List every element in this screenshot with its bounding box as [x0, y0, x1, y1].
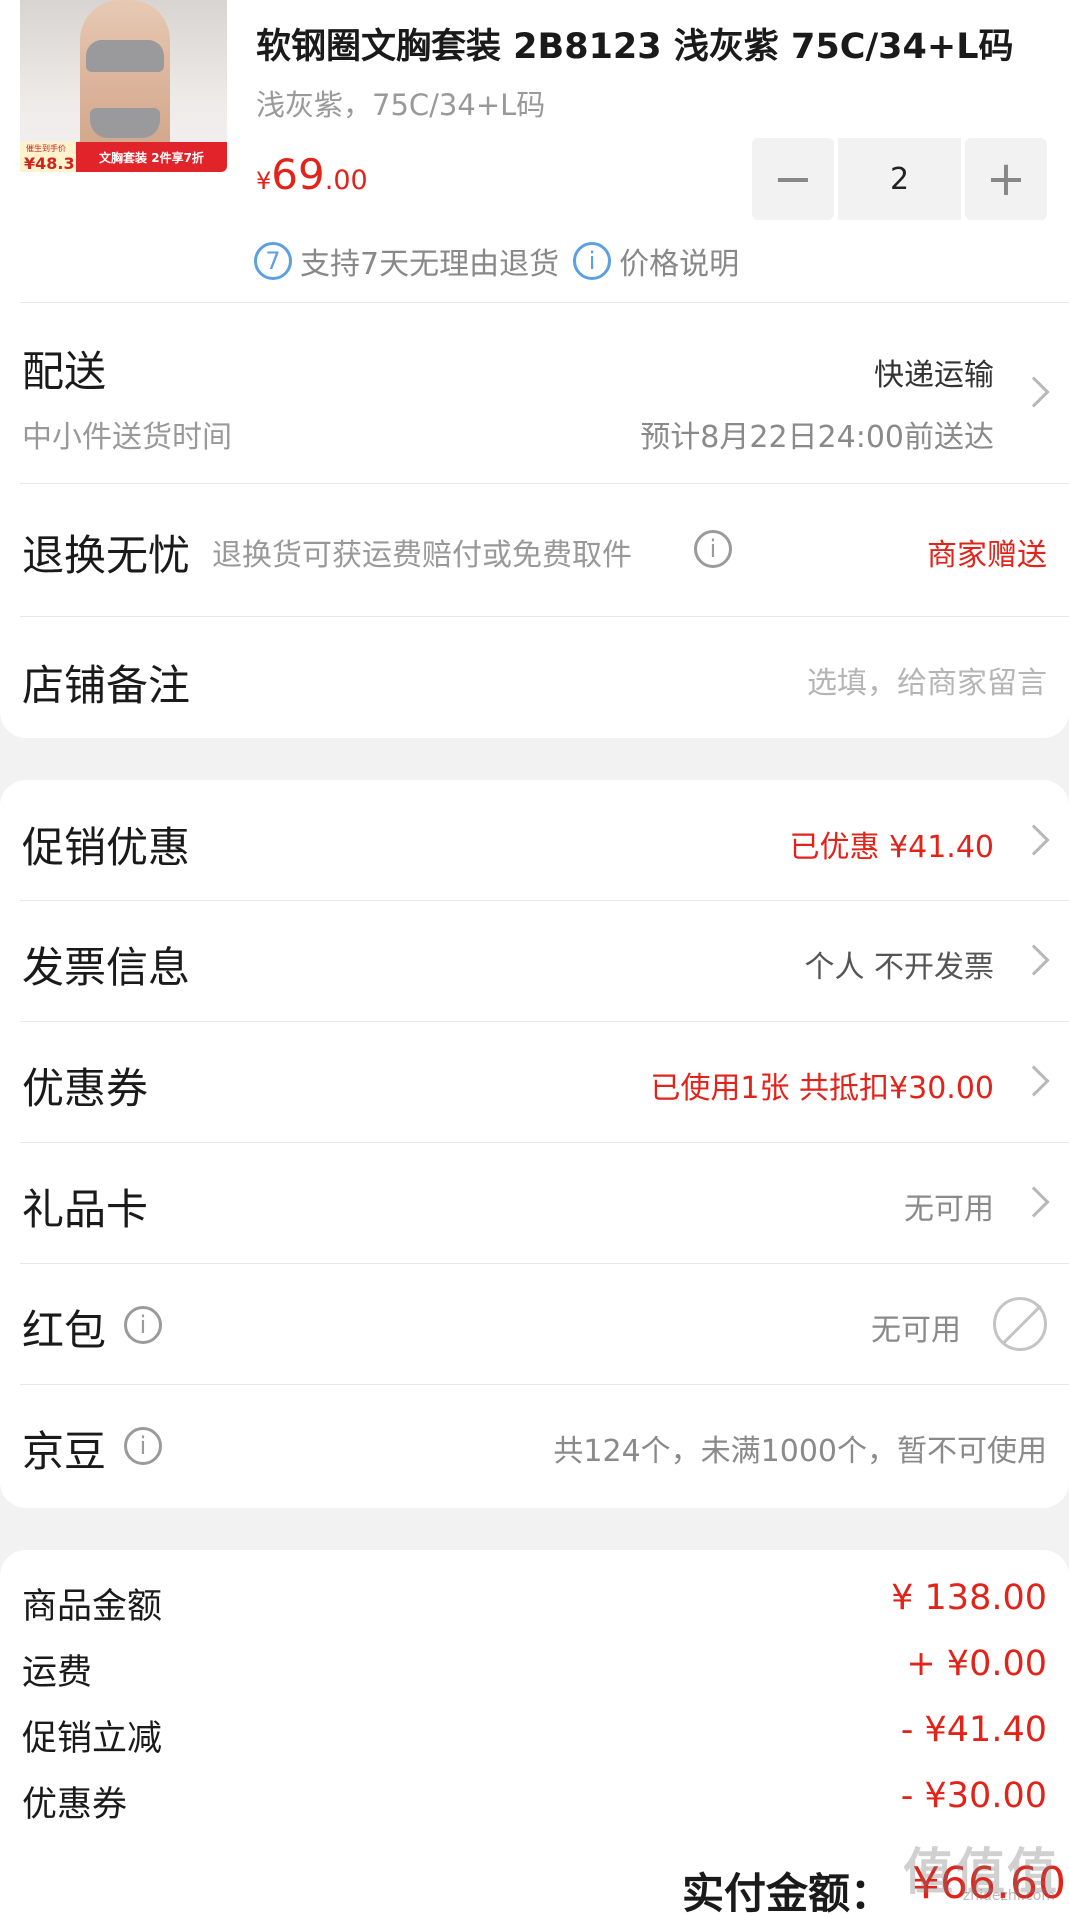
- product-title[interactable]: 软钢圈文胸套装 2B8123 浅灰紫 75C/34+L码: [256, 18, 1056, 68]
- divider: [20, 1263, 1069, 1264]
- quantity-stepper: − 2 +: [752, 138, 1047, 220]
- chevron-right-icon: [1018, 1186, 1050, 1218]
- price-integer: 69: [271, 150, 325, 199]
- total-label: 实付金额：: [682, 1869, 893, 1916]
- promo-price-tag: 催生到手价 ¥48.3: [20, 142, 76, 172]
- return-worry-free-description: 退换货可获运费赔付或免费取件: [212, 538, 632, 573]
- chevron-right-icon: [1018, 824, 1050, 856]
- coupon-summary-label: 优惠券: [22, 1785, 128, 1825]
- decrease-quantity-button[interactable]: −: [752, 138, 834, 220]
- chevron-right-icon: [1018, 944, 1050, 976]
- unavailable-icon: [993, 1297, 1047, 1351]
- divider: [20, 1021, 1069, 1022]
- divider: [20, 616, 1069, 617]
- invoice-label: 发票信息: [22, 943, 191, 992]
- red-packet-value: 无可用: [871, 1313, 961, 1348]
- promotion-value: 已优惠 ¥41.40: [789, 830, 994, 865]
- delivery-label: 配送: [22, 347, 107, 396]
- coupon-summary-value: - ¥30.00: [900, 1776, 1047, 1816]
- goods-amount-label: 商品金额: [22, 1587, 163, 1627]
- divider: [20, 302, 1069, 303]
- price-info-link[interactable]: 价格说明: [619, 239, 739, 283]
- gift-card-label: 礼品卡: [22, 1185, 149, 1234]
- coupon-label: 优惠券: [22, 1064, 149, 1113]
- return-worry-free-value: 商家赠送: [927, 538, 1047, 573]
- price-decimal: .00: [324, 165, 368, 196]
- price-info-icon: i: [573, 242, 612, 280]
- shipping-value: + ¥0.00: [906, 1644, 1047, 1684]
- red-packet-label: 红包: [22, 1306, 107, 1355]
- brief-shape: [90, 108, 160, 138]
- store-note-label: 店铺备注: [22, 661, 191, 710]
- divider: [20, 900, 1069, 901]
- chevron-right-icon: [1018, 1065, 1050, 1097]
- product-price: ¥69.00: [256, 150, 368, 199]
- watermark-url: zhidezhi.com: [962, 1888, 1055, 1904]
- order-options-card: 促销优惠 已优惠 ¥41.40 发票信息 个人 不开发票 优惠券 已使用1张 共…: [0, 780, 1069, 1508]
- increase-quantity-button[interactable]: +: [965, 138, 1047, 220]
- delivery-eta: 预计8月22日24:00前送达: [640, 420, 994, 455]
- promo-reduction-label: 促销立减: [22, 1719, 163, 1759]
- jingdou-label: 京豆: [22, 1427, 107, 1476]
- goods-amount-value: ¥ 138.00: [891, 1578, 1047, 1618]
- service-row: 7 支持7天无理由退货 i 价格说明: [254, 240, 739, 282]
- invoice-value: 个人 不开发票: [804, 950, 994, 985]
- promo-reduction-value: - ¥41.40: [900, 1710, 1047, 1750]
- product-spec: 浅灰紫，75C/34+L码: [256, 88, 546, 122]
- return-worry-free-label: 退换无忧: [22, 531, 191, 580]
- seven-day-return-icon: 7: [254, 242, 292, 280]
- gift-card-value: 无可用: [904, 1192, 994, 1227]
- promo-strip: 催生到手价 ¥48.3 文胸套装 2件享7折: [20, 142, 227, 172]
- store-note-input[interactable]: 选填，给商家留言: [807, 658, 1047, 702]
- delivery-method: 快递运输: [874, 358, 994, 393]
- promo-label: 文胸套装 2件享7折: [76, 142, 227, 172]
- info-icon[interactable]: i: [694, 530, 732, 568]
- shipping-label: 运费: [22, 1653, 93, 1693]
- divider: [20, 1384, 1069, 1385]
- order-item-card: 催生到手价 ¥48.3 文胸套装 2件享7折 软钢圈文胸套装 2B8123 浅灰…: [0, 0, 1069, 738]
- promo-price-value: ¥48.3: [24, 154, 75, 172]
- divider: [20, 1142, 1069, 1143]
- quantity-input[interactable]: 2: [838, 138, 961, 220]
- chevron-right-icon: [1018, 376, 1050, 408]
- checkout-page: 催生到手价 ¥48.3 文胸套装 2件享7折 软钢圈文胸套装 2B8123 浅灰…: [0, 0, 1069, 1916]
- delivery-sub-label: 中小件送货时间: [22, 420, 232, 455]
- promotion-label: 促销优惠: [22, 823, 191, 872]
- info-icon[interactable]: i: [124, 1306, 162, 1344]
- seven-day-return-text[interactable]: 支持7天无理由退货: [300, 239, 559, 283]
- coupon-value: 已使用1张 共抵扣¥30.00: [650, 1071, 994, 1106]
- divider: [20, 483, 1069, 484]
- jingdou-value: 共124个，未满1000个，暂不可使用: [553, 1434, 1047, 1469]
- price-currency: ¥: [256, 167, 272, 195]
- bra-shape: [86, 40, 164, 72]
- product-image[interactable]: 催生到手价 ¥48.3 文胸套装 2件享7折: [20, 0, 227, 172]
- info-icon[interactable]: i: [124, 1427, 162, 1465]
- promo-price-caption: 催生到手价: [26, 144, 66, 153]
